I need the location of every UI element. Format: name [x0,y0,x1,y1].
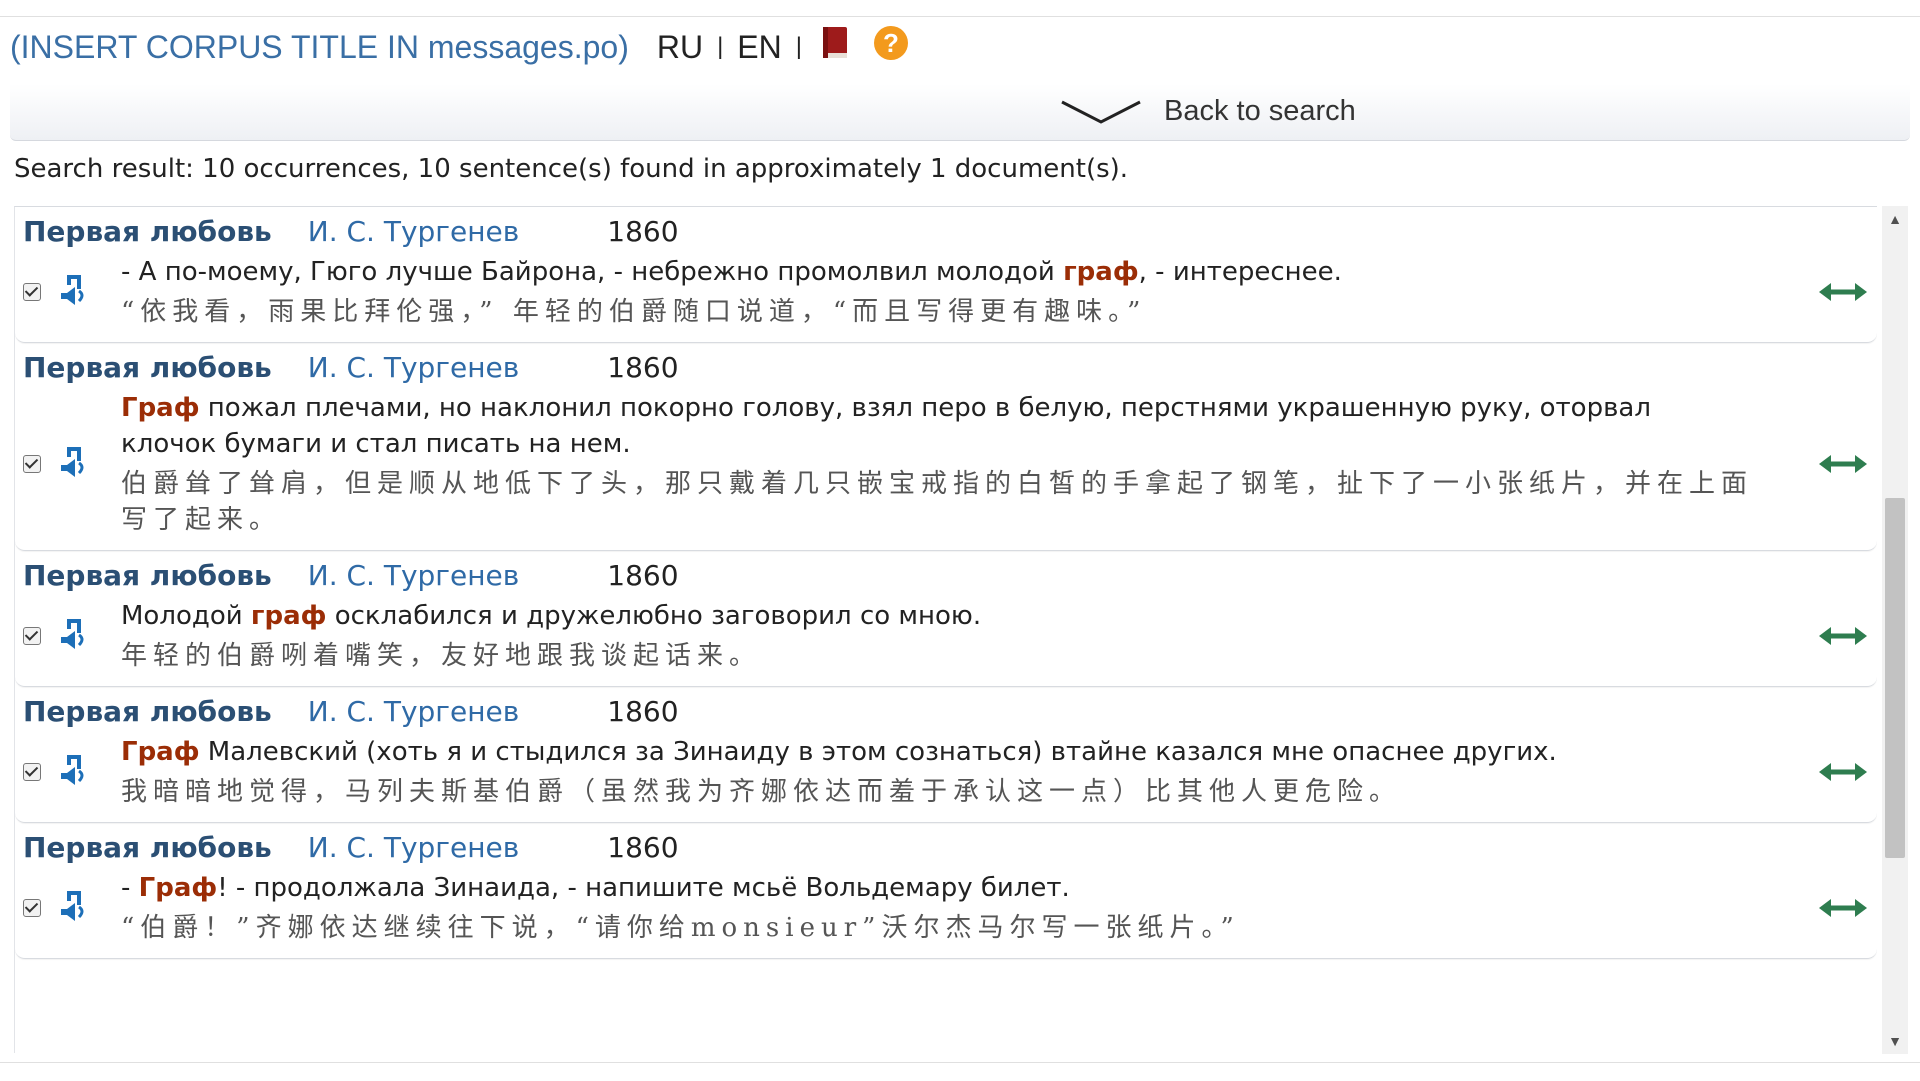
swap-arrows-icon[interactable] [1813,453,1873,475]
results-list: Первая любовь И. С. Тургенев 1860 - А по… [14,206,1877,1053]
sentence-text: осклабился и дружелюбно заговорил со мно… [326,601,982,631]
result-year: 1860 [607,351,679,384]
result-checkbox[interactable] [23,283,41,301]
search-summary: Search result: 10 occurrences, 10 senten… [14,154,1129,184]
result-year: 1860 [607,559,679,592]
result-item-partial [15,959,1877,983]
header-bar: (INSERT CORPUS TITLE IN messages.po) RU … [10,24,908,70]
chinese-sentence: 伯爵耸了耸肩，但是顺从地低下了头，那只戴着几只嵌宝戒指的白皙的手拿起了钢笔，扯下… [121,469,1754,535]
corpus-title-link[interactable]: (INSERT CORPUS TITLE IN messages.po) [10,29,629,66]
result-meta: Первая любовь И. С. Тургенев 1860 [15,351,1877,384]
result-author-link[interactable]: И. С. Тургенев [308,215,520,248]
chinese-sentence: 年轻的伯爵咧着嘴笑，友好地跟我谈起话来。 [121,641,762,671]
lang-separator: | [795,33,802,60]
scroll-up-arrow[interactable]: ▲ [1882,206,1908,232]
result-title-link[interactable]: Первая любовь [23,559,272,592]
result-title-link[interactable]: Первая любовь [23,831,272,864]
result-meta: Первая любовь И. С. Тургенев 1860 [15,215,1877,248]
highlighted-term: Граф [121,737,200,767]
result-meta: Первая любовь И. С. Тургенев 1860 [15,695,1877,728]
result-meta: Первая любовь И. С. Тургенев 1860 [15,559,1877,592]
speaker-icon[interactable] [55,753,89,792]
chinese-sentence: “依我看，雨果比拜伦强，” 年轻的伯爵随口说道，“而且写得更有趣味。” [121,297,1147,327]
swap-arrows-icon[interactable] [1813,625,1873,647]
russian-sentence: Граф Малевский (хоть я и стыдился за Зин… [121,734,1753,770]
swap-arrows-icon[interactable] [1813,281,1873,303]
back-to-search-bar: Back to search [10,84,1910,141]
result-checkbox[interactable] [23,899,41,917]
result-year: 1860 [607,215,679,248]
result-author-link[interactable]: И. С. Тургенев [308,559,520,592]
book-icon[interactable] [820,26,850,68]
sentence-text: , - интереснее. [1138,257,1342,287]
result-item: Первая любовь И. С. Тургенев 1860 Молодо… [15,551,1877,687]
speaker-icon[interactable] [55,273,89,312]
result-title-link[interactable]: Первая любовь [23,215,272,248]
scrollbar[interactable]: ▲ ▼ [1882,206,1908,1054]
chinese-sentence: 我暗暗地觉得，马列夫斯基伯爵（虽然我为齐娜依达而羞于承认这一点）比其他人更危险。 [121,777,1402,807]
back-to-search-button[interactable]: Back to search [1060,92,1356,131]
russian-sentence: - А по-моему, Гюго лучше Байрона, - небр… [121,254,1753,290]
result-author-link[interactable]: И. С. Тургенев [308,351,520,384]
lang-ru-link[interactable]: RU [657,29,703,66]
highlighted-term: Граф [138,873,218,903]
back-to-search-label: Back to search [1164,95,1356,127]
russian-sentence: - Граф! - продолжала Зинаида, - напишите… [121,870,1753,906]
result-checkbox[interactable] [23,627,41,645]
result-author-link[interactable]: И. С. Тургенев [308,831,520,864]
chevron-down-icon [1060,92,1142,131]
result-meta: Первая любовь И. С. Тургенев 1860 [15,831,1877,864]
sentence-text: - А по-моему, Гюго лучше Байрона, - небр… [121,257,1064,287]
speaker-icon[interactable] [55,617,89,656]
chinese-sentence: “伯爵！”齐娜依达继续往下说，“请你给monsieur”沃尔杰马尔写一张纸片。” [121,913,1240,943]
sentence-text: пожал плечами, но наклонил покорно голов… [121,393,1651,459]
result-title-link[interactable]: Первая любовь [23,695,272,728]
scroll-thumb[interactable] [1885,498,1905,858]
sentence-text: Молодой [121,601,251,631]
result-author-link[interactable]: И. С. Тургенев [308,695,520,728]
top-divider [0,16,1920,17]
lang-separator: | [717,33,724,60]
swap-arrows-icon[interactable] [1813,897,1873,919]
result-year: 1860 [607,695,679,728]
russian-sentence: Молодой граф осклабился и дружелюбно заг… [121,598,1753,634]
lang-en-link[interactable]: EN [737,29,781,66]
result-item: Первая любовь И. С. Тургенев 1860 - А по… [15,207,1877,343]
sentence-text: ! - продолжала Зинаида, - напишите мсьё … [217,873,1070,903]
bottom-divider [0,1062,1920,1081]
result-checkbox[interactable] [23,455,41,473]
result-title-link[interactable]: Первая любовь [23,351,272,384]
highlighted-term: граф [1063,257,1139,287]
swap-arrows-icon[interactable] [1813,761,1873,783]
result-year: 1860 [607,831,679,864]
highlighted-term: граф [250,601,327,631]
speaker-icon[interactable] [55,889,89,928]
result-item: Первая любовь И. С. Тургенев 1860 Граф п… [15,343,1877,551]
sentence-text: Малевский (хоть я и стыдился за Зинаиду … [199,737,1557,767]
russian-sentence: Граф пожал плечами, но наклонил покорно … [121,390,1753,462]
highlighted-term: Граф [121,393,200,423]
help-icon[interactable]: ? [873,26,908,60]
scroll-down-arrow[interactable]: ▼ [1882,1028,1908,1054]
speaker-icon[interactable] [55,445,89,484]
result-item: Первая любовь И. С. Тургенев 1860 Граф М… [15,687,1877,823]
sentence-text: - [121,873,139,903]
result-item: Первая любовь И. С. Тургенев 1860 - Граф… [15,823,1877,959]
result-checkbox[interactable] [23,763,41,781]
